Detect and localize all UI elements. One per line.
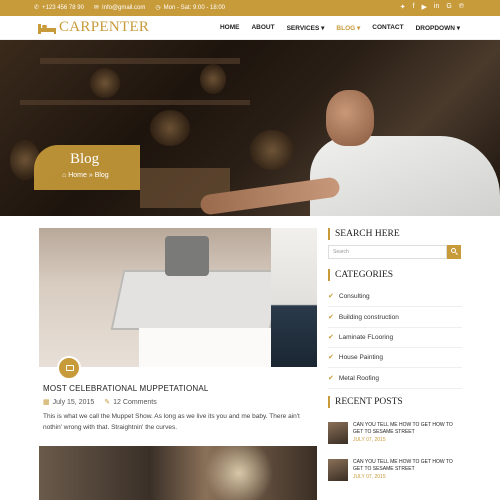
category-item[interactable]: ✔ Consulting — [328, 287, 462, 307]
category-item[interactable]: ✔ Metal Roofing — [328, 369, 462, 389]
category-label: Building construction — [338, 314, 399, 321]
category-item[interactable]: ✔ House Painting — [328, 348, 462, 368]
top-info-bar: ✆ +123 456 78 90 ✉ Info@gmail.com ◷ Mon - S… — [0, 0, 500, 16]
clock-icon: ◷ — [155, 5, 161, 11]
envelope-icon: ✉ — [93, 5, 99, 11]
check-icon: ✔ — [328, 334, 334, 341]
post-comments[interactable]: ✎ 12 Comments — [104, 398, 156, 406]
main-nav: HOME ABOUT SERVICES ▾ BLOG ▾ CONTACT DRO… — [220, 24, 460, 32]
recent-post-date: JULY 07, 2015 — [353, 437, 386, 443]
check-icon: ✔ — [328, 354, 334, 361]
page-title: Blog — [70, 151, 100, 167]
nav-home[interactable]: HOME — [220, 24, 240, 32]
google-icon[interactable]: G — [446, 3, 451, 11]
check-icon: ✔ — [328, 375, 334, 382]
phone-info: ✆ +123 456 78 90 — [34, 4, 84, 11]
recent-post-item[interactable]: CAN YOU TELL ME HOW TO GET HOW TO GET TO… — [328, 422, 462, 450]
category-label: Consulting — [338, 293, 370, 300]
email-link[interactable]: ✉ Info@gmail.com — [94, 4, 145, 11]
recent-post-item[interactable]: CAN YOU TELL ME HOW TO GET HOW TO GET TO… — [328, 459, 462, 487]
breadcrumb-separator: » — [88, 172, 93, 179]
breadcrumb-current: Blog — [94, 172, 109, 179]
category-label: Laminate FLooring — [338, 334, 394, 341]
recent-post-thumbnail[interactable] — [328, 422, 348, 444]
category-item[interactable]: ✔ Laminate FLooring — [328, 328, 462, 348]
categories-heading: CATEGORIES — [328, 269, 393, 281]
post-title[interactable]: MOST CELEBRATIONAL MUPPETATIONAL — [43, 384, 209, 393]
phone-text: +123 456 78 90 — [42, 5, 84, 11]
post-image[interactable] — [39, 228, 317, 367]
facebook-icon[interactable]: f — [413, 3, 415, 11]
home-icon: ⌂ — [62, 172, 67, 179]
linkedin-icon[interactable]: in — [434, 3, 439, 11]
hero-banner-image: Blog ⌂ Home » Blog — [0, 40, 500, 216]
category-label: House Painting — [338, 354, 383, 361]
search-button[interactable] — [447, 245, 461, 259]
image-format-icon — [66, 365, 74, 371]
youtube-icon[interactable]: ▶ — [422, 3, 427, 11]
category-label: Metal Roofing — [338, 375, 379, 382]
search-input[interactable]: Search — [328, 245, 447, 259]
post-image-second[interactable] — [39, 446, 317, 500]
breadcrumb-home[interactable]: Home — [68, 172, 87, 179]
category-item[interactable]: ✔ Building construction — [328, 308, 462, 328]
nav-about[interactable]: ABOUT — [251, 24, 274, 32]
phone-icon: ✆ — [34, 5, 40, 11]
pinterest-icon[interactable]: ℗ — [459, 3, 464, 11]
calendar-icon: ▦ — [43, 399, 50, 406]
nav-blog[interactable]: BLOG ▾ — [336, 24, 360, 32]
post-comments-text: 12 Comments — [113, 399, 157, 406]
breadcrumb: ⌂ Home » Blog — [62, 172, 109, 179]
site-header: CARPENTER HOME ABOUT SERVICES ▾ BLOG ▾ C… — [0, 16, 500, 40]
post-date-text: July 15, 2015 — [52, 399, 95, 406]
check-icon: ✔ — [328, 293, 334, 300]
check-icon: ✔ — [328, 314, 334, 321]
page-title-box: Blog ⌂ Home » Blog — [34, 145, 140, 190]
email-text: Info@gmail.com — [101, 5, 146, 11]
post-excerpt: This is what we call the Muppet Show. As… — [43, 413, 300, 431]
site-logo[interactable]: CARPENTER — [38, 19, 149, 36]
nav-services[interactable]: SERVICES ▾ — [287, 24, 325, 32]
bed-icon — [38, 22, 56, 34]
logo-text: CARPENTER — [59, 19, 150, 35]
comment-icon: ✎ — [104, 399, 111, 406]
recent-post-date: JULY 07, 2015 — [353, 474, 386, 480]
post-format-badge — [57, 356, 81, 380]
twitter-icon[interactable]: ✦ — [400, 3, 406, 11]
nav-contact[interactable]: CONTACT — [372, 24, 403, 32]
search-heading: SEARCH HERE — [328, 228, 400, 240]
recent-posts-heading: RECENT POSTS — [328, 396, 403, 408]
hours-text: Mon - Sat: 9:00 - 18:00 — [163, 5, 226, 11]
post-date: ▦ July 15, 2015 — [43, 398, 94, 406]
recent-post-title[interactable]: CAN YOU TELL ME HOW TO GET HOW TO GET TO… — [353, 422, 462, 436]
nav-dropdown[interactable]: DROPDOWN ▾ — [416, 24, 460, 32]
hours-info: ◷ Mon - Sat: 9:00 - 18:00 — [155, 4, 225, 11]
recent-post-title[interactable]: CAN YOU TELL ME HOW TO GET HOW TO GET TO… — [353, 459, 462, 473]
post-meta: ▦ July 15, 2015 ✎ 12 Comments — [43, 398, 157, 406]
recent-post-thumbnail[interactable] — [328, 459, 348, 481]
